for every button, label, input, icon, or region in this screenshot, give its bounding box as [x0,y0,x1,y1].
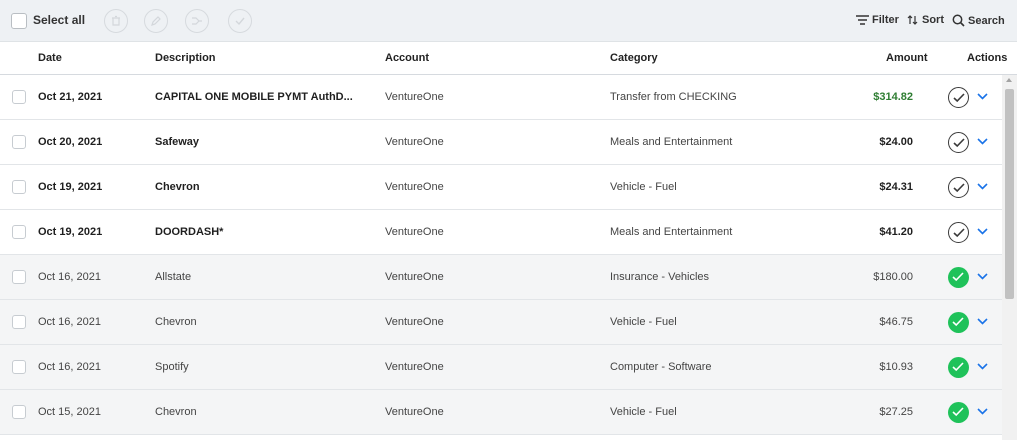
row-category[interactable]: Meals and Entertainment [610,226,732,238]
table-header: Date Description Account Category Amount… [0,42,1017,75]
table-row[interactable]: Oct 19, 2021 DOORDASH* VentureOne Meals and… [0,210,1002,255]
select-all-label[interactable]: Select all [33,13,85,27]
expand-chevron-down-icon[interactable] [977,318,988,325]
vertical-scrollbar[interactable] [1002,75,1017,440]
review-check-icon[interactable] [948,357,969,378]
row-checkbox[interactable] [12,315,26,329]
row-checkbox[interactable] [12,360,26,374]
row-description[interactable]: DOORDASH* [155,226,223,238]
column-header-actions: Actions [967,52,1008,64]
row-checkbox[interactable] [12,270,26,284]
scroll-up-arrow-icon[interactable] [1006,78,1012,82]
row-date: Oct 21, 2021 [38,91,103,103]
row-date: Oct 16, 2021 [38,271,101,283]
table-row[interactable]: Oct 21, 2021 CAPITAL ONE MOBILE PYMT Auth… [0,75,1002,120]
edit-icon[interactable] [144,9,168,33]
row-checkbox[interactable] [12,180,26,194]
sort-icon [907,15,918,25]
expand-chevron-down-icon[interactable] [977,183,988,190]
row-amount: $27.25 [879,406,913,418]
review-check-icon[interactable] [948,267,969,288]
filter-icon [856,15,869,25]
expand-chevron-down-icon[interactable] [977,273,988,280]
row-date: Oct 19, 2021 [38,181,103,193]
select-all-checkbox[interactable] [11,13,27,29]
row-category[interactable]: Transfer from CHECKING [610,91,737,103]
column-header-date[interactable]: Date [38,52,62,64]
search-icon [952,14,965,27]
row-account: VentureOne [385,316,444,328]
expand-chevron-down-icon[interactable] [977,138,988,145]
merge-icon[interactable] [185,9,209,33]
transactions-table-body: Oct 21, 2021 CAPITAL ONE MOBILE PYMT Auth… [0,75,1002,440]
bulk-actions-toolbar: Select all Filter Sort Search [0,0,1017,42]
expand-chevron-down-icon[interactable] [977,93,988,100]
expand-chevron-down-icon[interactable] [977,363,988,370]
column-header-amount[interactable]: Amount [886,52,928,64]
sort-button[interactable]: Sort [907,14,944,26]
row-amount: $41.20 [879,226,913,238]
row-category[interactable]: Vehicle - Fuel [610,316,677,328]
table-row[interactable]: Oct 19, 2021 Chevron VentureOne Vehicle - F… [0,165,1002,210]
filter-button[interactable]: Filter [856,14,899,26]
row-checkbox[interactable] [12,135,26,149]
row-account: VentureOne [385,91,444,103]
mark-reviewed-icon[interactable] [228,9,252,33]
table-row[interactable]: Oct 15, 2021 Chevron VentureOne Vehicle - F… [0,390,1002,435]
row-description[interactable]: Chevron [155,316,197,328]
row-account: VentureOne [385,271,444,283]
review-check-icon[interactable] [948,312,969,333]
row-date: Oct 16, 2021 [38,316,101,328]
row-description[interactable]: CAPITAL ONE MOBILE PYMT AuthD... [155,91,353,103]
column-header-description[interactable]: Description [155,52,216,64]
sort-label: Sort [922,14,944,26]
row-checkbox[interactable] [12,225,26,239]
column-header-account[interactable]: Account [385,52,429,64]
delete-icon[interactable] [104,9,128,33]
search-label: Search [968,14,1005,27]
review-check-icon[interactable] [948,402,969,423]
row-checkbox[interactable] [12,405,26,419]
row-description[interactable]: Spotify [155,361,189,373]
review-check-icon[interactable] [948,87,969,108]
row-date: Oct 16, 2021 [38,361,101,373]
table-row[interactable]: Oct 16, 2021 Allstate VentureOne Insurance … [0,255,1002,300]
row-account: VentureOne [385,226,444,238]
row-category[interactable]: Vehicle - Fuel [610,406,677,418]
row-amount: $10.93 [879,361,913,373]
column-header-category[interactable]: Category [610,52,658,64]
search-button[interactable]: Search [952,14,1005,27]
row-date: Oct 15, 2021 [38,406,101,418]
row-account: VentureOne [385,181,444,193]
row-category[interactable]: Vehicle - Fuel [610,181,677,193]
row-description[interactable]: Chevron [155,406,197,418]
row-date: Oct 19, 2021 [38,226,103,238]
row-amount: $314.82 [873,91,913,103]
row-date: Oct 20, 2021 [38,136,103,148]
row-amount: $180.00 [873,271,913,283]
review-check-icon[interactable] [948,132,969,153]
review-check-icon[interactable] [948,222,969,243]
scrollbar-thumb[interactable] [1005,89,1014,299]
row-account: VentureOne [385,136,444,148]
review-check-icon[interactable] [948,177,969,198]
expand-chevron-down-icon[interactable] [977,228,988,235]
row-account: VentureOne [385,406,444,418]
table-row[interactable]: Oct 16, 2021 Chevron VentureOne Vehicle - F… [0,300,1002,345]
row-description[interactable]: Allstate [155,271,191,283]
row-checkbox[interactable] [12,90,26,104]
filter-label: Filter [872,14,899,26]
table-row[interactable]: Oct 16, 2021 Spotify VentureOne Computer - … [0,345,1002,390]
expand-chevron-down-icon[interactable] [977,408,988,415]
row-description[interactable]: Chevron [155,181,200,193]
row-account: VentureOne [385,361,444,373]
table-row[interactable]: Oct 20, 2021 Safeway VentureOne Meals and E… [0,120,1002,165]
row-description[interactable]: Safeway [155,136,199,148]
row-category[interactable]: Computer - Software [610,361,711,373]
row-category[interactable]: Insurance - Vehicles [610,271,709,283]
row-category[interactable]: Meals and Entertainment [610,136,732,148]
row-amount: $24.31 [879,181,913,193]
row-amount: $46.75 [879,316,913,328]
row-amount: $24.00 [879,136,913,148]
